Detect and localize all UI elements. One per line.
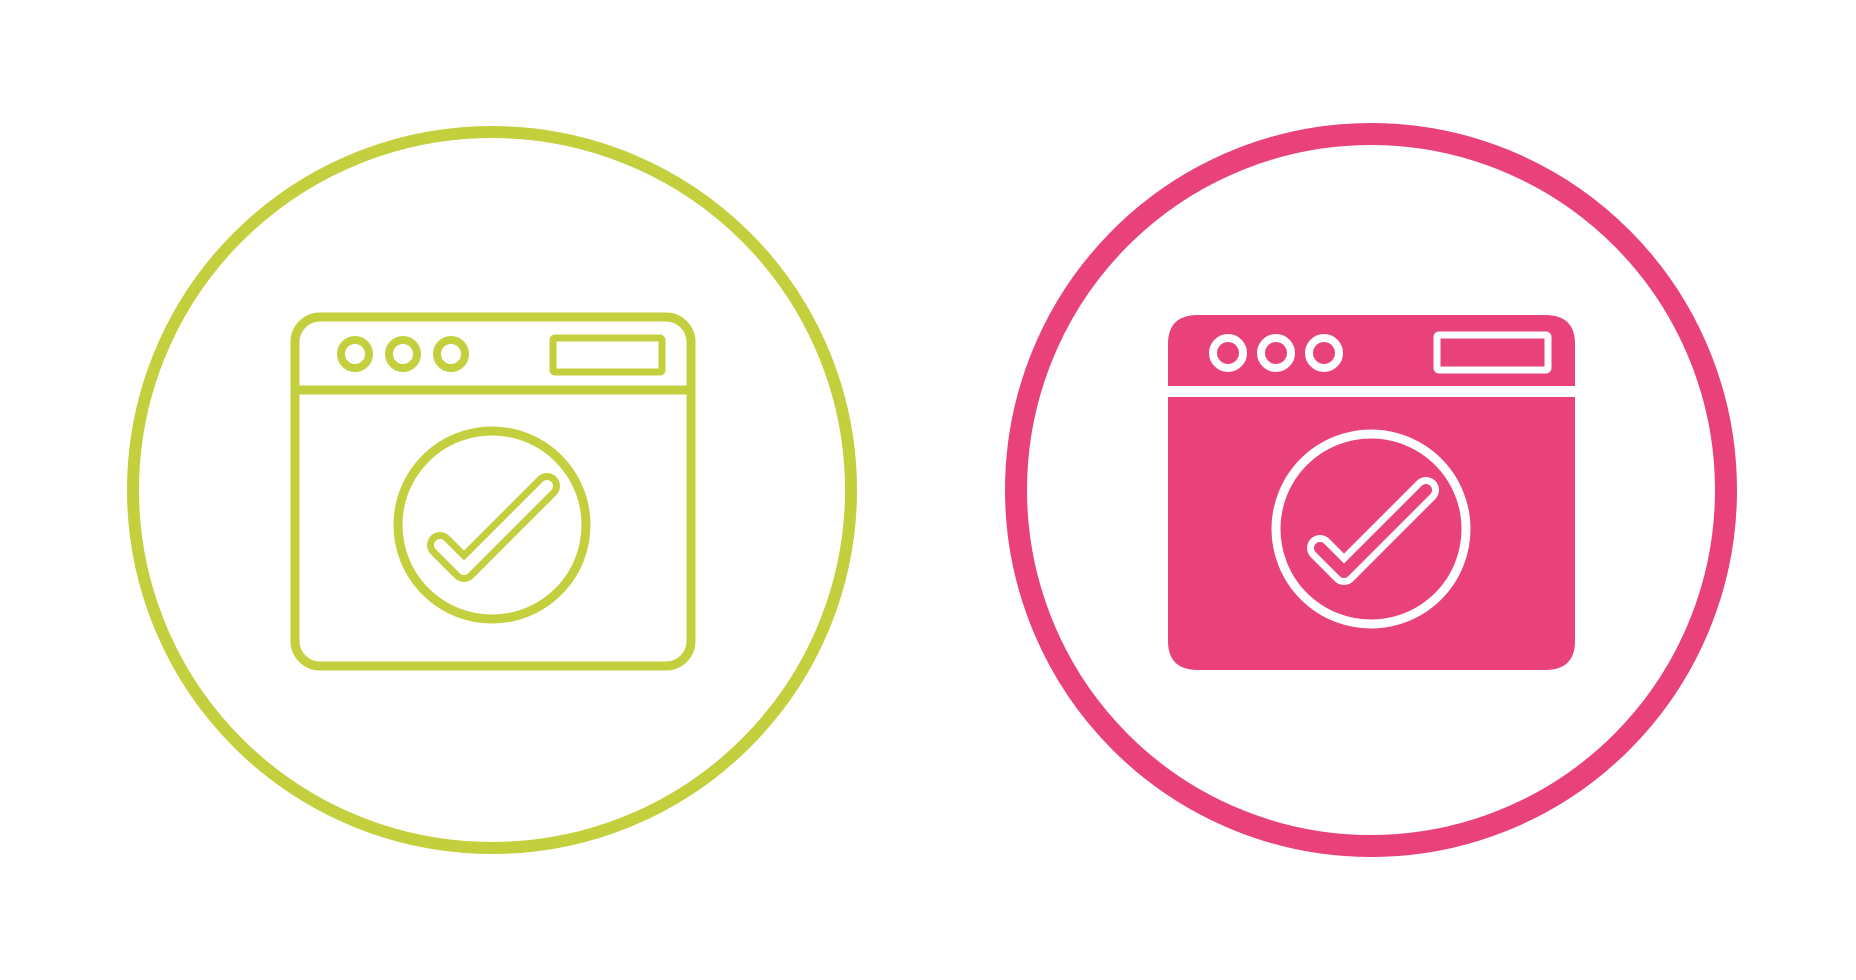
icon-showcase [0, 0, 1856, 980]
address-bar [549, 334, 666, 376]
browser-check-filled-icon [928, 0, 1856, 980]
outer-ring [127, 126, 857, 854]
browser-check-outline-icon [0, 0, 928, 980]
window-dot-icon [337, 336, 373, 372]
browser-window-header [1168, 315, 1575, 386]
browser-check-outline-svg [127, 126, 857, 854]
window-dot-icon [433, 336, 469, 372]
window-dot-icon [385, 336, 421, 372]
browser-check-filled-svg [1005, 123, 1737, 857]
